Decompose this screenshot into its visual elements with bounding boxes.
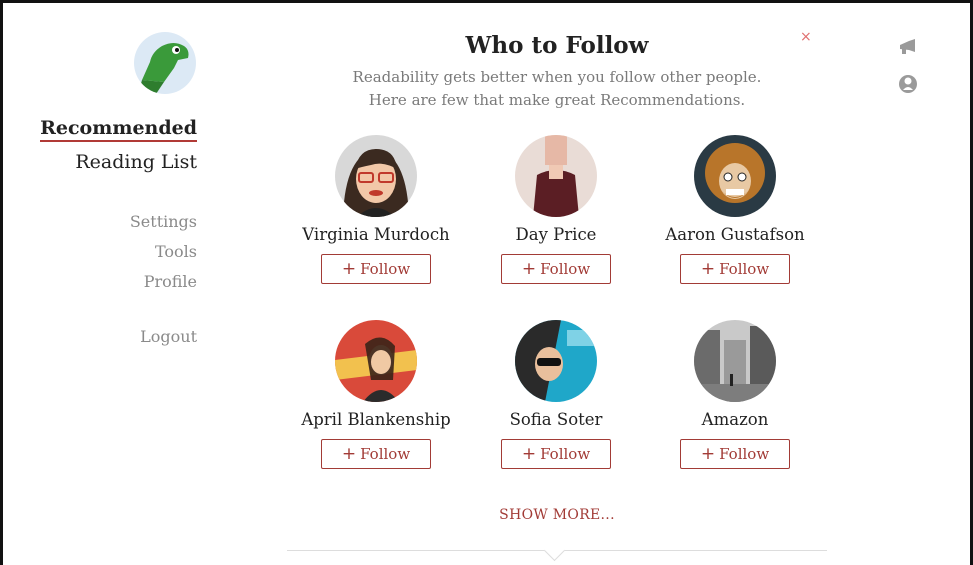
avatar[interactable] — [335, 320, 417, 402]
follow-label: Follow — [540, 260, 591, 278]
follow-button[interactable]: + Follow — [321, 439, 431, 469]
person-name: Day Price — [515, 225, 597, 244]
follow-label: Follow — [360, 445, 411, 463]
follow-label: Follow — [540, 445, 591, 463]
follow-button[interactable]: + Follow — [501, 254, 611, 284]
nav-recommended[interactable]: Recommended — [40, 117, 197, 142]
person-name: Amazon — [701, 410, 769, 429]
user-icon[interactable] — [897, 73, 919, 95]
nav-profile[interactable]: Profile — [144, 272, 197, 291]
subtitle-line-2: Here are few that make great Recommendat… — [368, 91, 746, 109]
follow-button[interactable]: + Follow — [680, 254, 790, 284]
subtitle-line-1: Readability gets better when you follow … — [352, 68, 762, 86]
person-name: April Blankenship — [301, 410, 451, 429]
person-name: Virginia Murdoch — [302, 225, 450, 244]
person-card: Virginia Murdoch + Follow — [286, 135, 466, 284]
megaphone-icon[interactable] — [897, 36, 919, 58]
person-name: Aaron Gustafson — [665, 225, 805, 244]
nav-tools[interactable]: Tools — [155, 242, 197, 261]
person-card: Day Price + Follow — [466, 135, 646, 284]
avatar[interactable] — [335, 135, 417, 217]
plus-icon: + — [700, 259, 716, 279]
avatar[interactable] — [694, 135, 776, 217]
plus-icon: + — [521, 259, 537, 279]
avatar[interactable] — [694, 320, 776, 402]
plus-icon: + — [341, 259, 357, 279]
modal-title: Who to Follow — [465, 32, 649, 59]
person-card: Amazon + Follow — [645, 320, 825, 469]
follow-button[interactable]: + Follow — [321, 254, 431, 284]
person-card: Aaron Gustafson + Follow — [645, 135, 825, 284]
follow-button[interactable]: + Follow — [680, 439, 790, 469]
nav-logout[interactable]: Logout — [140, 327, 197, 346]
avatar[interactable] — [515, 135, 597, 217]
avatar[interactable] — [515, 320, 597, 402]
show-more-link[interactable]: SHOW MORE... — [287, 507, 827, 523]
person-card: Sofia Soter + Follow — [466, 320, 646, 469]
close-icon[interactable]: × — [800, 29, 812, 45]
follow-button[interactable]: + Follow — [501, 439, 611, 469]
nav-settings[interactable]: Settings — [130, 212, 197, 231]
follow-label: Follow — [719, 260, 770, 278]
follow-label: Follow — [719, 445, 770, 463]
plus-icon: + — [521, 444, 537, 464]
readability-logo-icon[interactable] — [134, 32, 196, 94]
modal-subtitle: Readability gets better when you follow … — [287, 66, 827, 112]
follow-label: Follow — [360, 260, 411, 278]
nav-reading-list[interactable]: Reading List — [75, 151, 197, 173]
person-card: April Blankenship + Follow — [286, 320, 466, 469]
plus-icon: + — [341, 444, 357, 464]
plus-icon: + — [700, 444, 716, 464]
person-name: Sofia Soter — [509, 410, 603, 429]
